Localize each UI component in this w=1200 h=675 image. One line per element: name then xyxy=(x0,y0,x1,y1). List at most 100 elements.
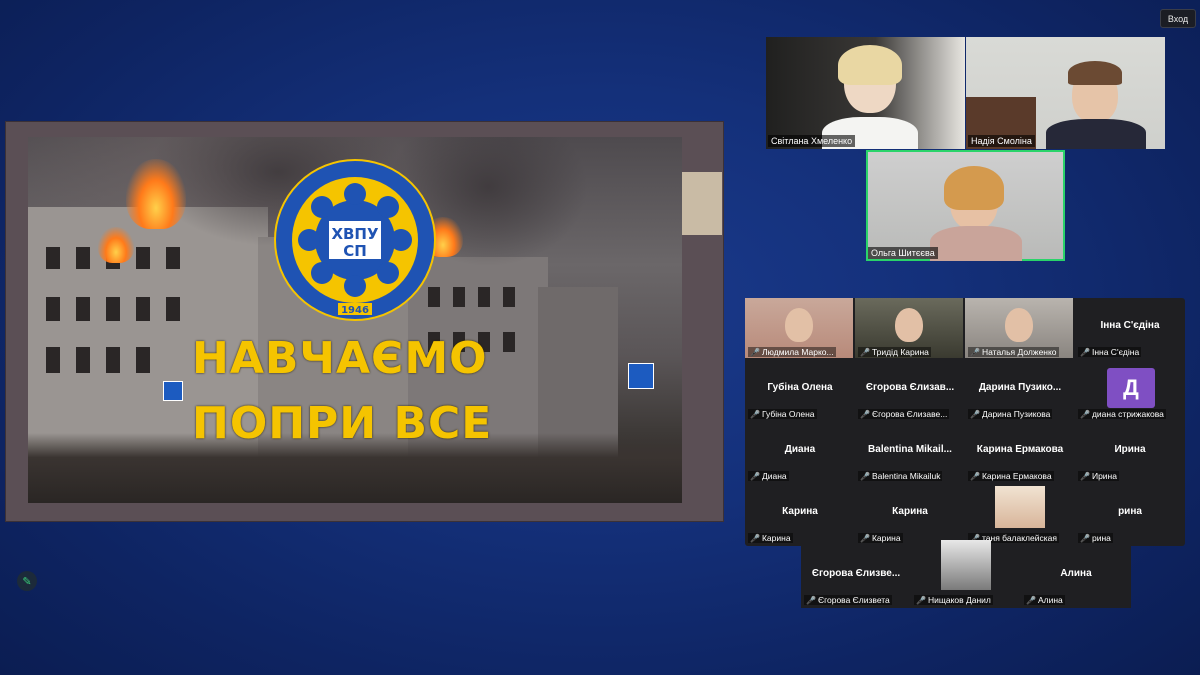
participant-tile[interactable]: Карина Ермакова 🎤 Карина Ермакова xyxy=(965,422,1075,484)
speaker-name: Надія Смоліна xyxy=(968,135,1035,147)
participant-name-label: 🎤 диана стрижакова xyxy=(1078,409,1166,419)
participant-display-name: Диана xyxy=(784,444,816,455)
participant-name-label: 🎤 Диана xyxy=(748,471,789,481)
participant-display-name: Губіна Олена xyxy=(767,382,833,393)
participant-name: Алина xyxy=(1037,595,1063,605)
participant-name: Єгорова Єлизвета xyxy=(817,595,890,605)
mic-muted-icon: 🎤 xyxy=(970,471,980,481)
participant-display-name: Дарина Пузико... xyxy=(978,382,1062,393)
mic-muted-icon: 🎤 xyxy=(860,533,870,543)
mic-muted-icon: 🎤 xyxy=(970,409,980,419)
mic-muted-icon: 🎤 xyxy=(970,347,980,357)
participant-display-name: Єгорова Єлизве... xyxy=(811,568,901,579)
participant-tile[interactable]: Єгорова Єлизав... 🎤 Єгорова Єлизаве... xyxy=(855,360,965,422)
participant-name: рина xyxy=(1091,533,1111,543)
participant-tile[interactable]: Balentina Mikail... 🎤 Balentina Mikailuk xyxy=(855,422,965,484)
mic-muted-icon: 🎤 xyxy=(1080,347,1090,357)
participant-name-label: 🎤 Наталья Долженко xyxy=(968,347,1059,357)
mic-muted-icon: 🎤 xyxy=(1080,409,1090,419)
participant-name: Інна С'єдіна xyxy=(1091,347,1140,357)
participant-video xyxy=(941,540,991,590)
pencil-icon[interactable]: ✎ xyxy=(17,571,37,591)
video-tile-speaker-2[interactable]: Надія Смоліна xyxy=(966,37,1165,149)
participant-name-label: 🎤 Людмила Марко... xyxy=(748,347,836,357)
svg-text:СП: СП xyxy=(343,242,367,260)
participant-name: диана стрижакова xyxy=(1091,409,1164,419)
participant-display-name: Карина xyxy=(892,506,928,517)
video-tile-speaker-1[interactable]: Світлана Хмеленко xyxy=(766,37,965,149)
mic-muted-icon: 🎤 xyxy=(860,471,870,481)
participant-display-name: Карина xyxy=(782,506,818,517)
participant-video xyxy=(995,486,1045,528)
participant-display-name: Ирина xyxy=(1114,444,1146,455)
participant-name-label: 🎤 Алина xyxy=(1024,595,1065,605)
participant-tile[interactable]: Карина 🎤 Карина xyxy=(855,484,965,546)
participant-name: Єгорова Єлизаве... xyxy=(871,409,948,419)
mic-muted-icon: 🎤 xyxy=(1080,471,1090,481)
participant-display-name: Інна С'єдіна xyxy=(1100,320,1160,331)
participant-name: Карина xyxy=(761,533,791,543)
participant-tile[interactable]: Інна С'єдіна 🎤 Інна С'єдіна xyxy=(1075,298,1185,360)
slogan-line-1: НАВЧАЄМО xyxy=(192,333,488,384)
participant-tile[interactable]: Губіна Олена 🎤 Губіна Олена xyxy=(745,360,855,422)
participant-tile[interactable]: 🎤 Нищаков Данил xyxy=(911,540,1021,608)
participant-name: Balentina Mikailuk xyxy=(871,471,941,481)
video-tile-speaker-3-active[interactable]: Ольга Шитєєва xyxy=(866,150,1065,261)
participant-name: Карина Ермакова xyxy=(981,471,1052,481)
participant-tile[interactable]: рина 🎤 рина xyxy=(1075,484,1185,546)
participant-name: Губіна Олена xyxy=(761,409,815,419)
participant-name-label: 🎤 Balentina Mikailuk xyxy=(858,471,943,481)
participant-tile[interactable]: Єгорова Єлизве... 🎤 Єгорова Єлизвета xyxy=(801,546,911,608)
participant-display-name: Карина Ермакова xyxy=(976,444,1064,455)
mic-muted-icon: 🎤 xyxy=(1080,533,1090,543)
mic-muted-icon: 🎤 xyxy=(750,347,760,357)
participant-name: Наталья Долженко xyxy=(981,347,1057,357)
participant-name-label: 🎤 Дарина Пузикова xyxy=(968,409,1053,419)
participant-tile[interactable]: Карина 🎤 Карина xyxy=(745,484,855,546)
participant-name-label: 🎤 Ирина xyxy=(1078,471,1119,481)
participant-tile[interactable]: 🎤 таня балаклейская xyxy=(965,484,1075,546)
participant-tile[interactable]: 🎤 Наталья Долженко xyxy=(965,298,1075,360)
participant-name-label: 🎤 Інна С'єдіна xyxy=(1078,347,1142,357)
participant-name-label: 🎤 Карина xyxy=(748,533,793,543)
participant-name: Диана xyxy=(761,471,787,481)
mic-muted-icon: 🎤 xyxy=(750,409,760,419)
participant-name-label: 🎤 Карина Ермакова xyxy=(968,471,1054,481)
participant-tile[interactable]: Ирина 🎤 Ирина xyxy=(1075,422,1185,484)
participant-name: Нищаков Данил xyxy=(927,595,991,605)
participant-name: Дарина Пузикова xyxy=(981,409,1051,419)
participant-name: таня балаклейская xyxy=(981,533,1057,543)
speaker-name: Світлана Хмеленко xyxy=(768,135,856,147)
participant-name: Тридід Карина xyxy=(871,347,929,357)
participant-name: Карина xyxy=(871,533,901,543)
mic-muted-icon: 🎤 xyxy=(860,409,870,419)
participant-tile[interactable]: Диана 🎤 Диана xyxy=(745,422,855,484)
participant-display-name: рина xyxy=(1118,506,1142,517)
signin-button[interactable]: Вход xyxy=(1160,9,1196,28)
participant-name-label: 🎤 Губіна Олена xyxy=(748,409,817,419)
mic-muted-icon: 🎤 xyxy=(750,471,760,481)
participant-display-name: Єгорова Єлизав... xyxy=(865,382,955,393)
participant-tile[interactable]: Дарина Пузико... 🎤 Дарина Пузикова xyxy=(965,360,1075,422)
mic-muted-icon: 🎤 xyxy=(750,533,760,543)
road-sign-icon xyxy=(628,363,654,389)
mic-muted-icon: 🎤 xyxy=(1026,595,1036,605)
road-sign-icon xyxy=(163,381,183,401)
participant-name-label: 🎤 Тридід Карина xyxy=(858,347,931,357)
participant-tile[interactable]: 🎤 Тридід Карина xyxy=(855,298,965,360)
avatar: Д xyxy=(1107,368,1155,408)
participant-name: Ирина xyxy=(1091,471,1117,481)
participant-name: Людмила Марко... xyxy=(761,347,834,357)
mic-muted-icon: 🎤 xyxy=(916,595,926,605)
mic-muted-icon: 🎤 xyxy=(860,347,870,357)
participant-tile[interactable]: 🎤 Людмила Марко... xyxy=(745,298,855,360)
svg-text:ХВПУ: ХВПУ xyxy=(331,225,379,243)
participant-display-name: Balentina Mikail... xyxy=(868,444,952,455)
participant-name-label: 🎤 Карина xyxy=(858,533,903,543)
participant-name-label: 🎤 Єгорова Єлизвета xyxy=(804,595,892,605)
slogan-line-2: ПОПРИ ВСЕ xyxy=(192,398,493,449)
participant-tile[interactable]: Д 🎤 диана стрижакова xyxy=(1075,360,1185,422)
mic-muted-icon: 🎤 xyxy=(806,595,816,605)
participant-tile[interactable]: Алина 🎤 Алина xyxy=(1021,546,1131,608)
emblem-year: 1946 xyxy=(341,305,369,316)
